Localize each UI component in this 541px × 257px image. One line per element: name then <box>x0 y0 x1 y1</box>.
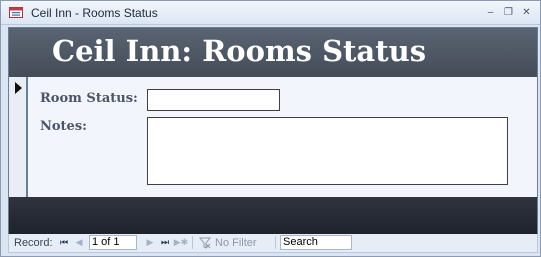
minimize-button[interactable]: ‒ <box>485 7 496 18</box>
form-header: Ceil Inn: Rooms Status <box>9 28 537 77</box>
form-body: Ceil Inn: Rooms Status Room Status: Note… <box>8 27 538 236</box>
restore-button[interactable]: ❐ <box>503 7 514 18</box>
room-status-label: Room Status: <box>40 91 138 106</box>
notes-field[interactable] <box>147 117 508 185</box>
new-record-icon[interactable]: ▶✱ <box>173 236 189 249</box>
nav-separator <box>275 236 276 249</box>
current-record-arrow-icon <box>15 82 22 94</box>
title-bar[interactable]: Ceil Inn - Rooms Status ‒ ❐ ✕ <box>1 1 540 25</box>
record-navigation-bar: Record: ⏮ ◀ 1 of 1 ▶ ⏭ ▶✱ No Filter Sear… <box>8 234 538 253</box>
next-record-icon[interactable]: ▶ <box>144 236 156 249</box>
first-record-icon[interactable]: ⏮ <box>58 236 70 249</box>
form-footer <box>9 197 537 235</box>
record-selector[interactable] <box>9 77 28 197</box>
notes-label: Notes: <box>40 119 87 134</box>
record-label: Record: <box>14 237 53 249</box>
nav-separator <box>192 236 193 249</box>
room-status-field[interactable] <box>147 89 280 111</box>
no-filter-label[interactable]: No Filter <box>215 237 257 249</box>
form-detail-section: Room Status: Notes: <box>28 77 537 197</box>
last-record-icon[interactable]: ⏭ <box>159 236 171 249</box>
close-button[interactable]: ✕ <box>521 7 532 18</box>
record-position-input[interactable]: 1 of 1 <box>89 235 137 250</box>
form-window: Ceil Inn - Rooms Status ‒ ❐ ✕ Ceil Inn: … <box>0 0 541 257</box>
window-title: Ceil Inn - Rooms Status <box>31 6 158 20</box>
funnel-x-icon <box>199 237 211 249</box>
form-icon <box>9 7 23 18</box>
previous-record-icon[interactable]: ◀ <box>73 236 85 249</box>
form-header-title: Ceil Inn: Rooms Status <box>52 34 427 68</box>
search-input[interactable]: Search <box>280 235 352 250</box>
